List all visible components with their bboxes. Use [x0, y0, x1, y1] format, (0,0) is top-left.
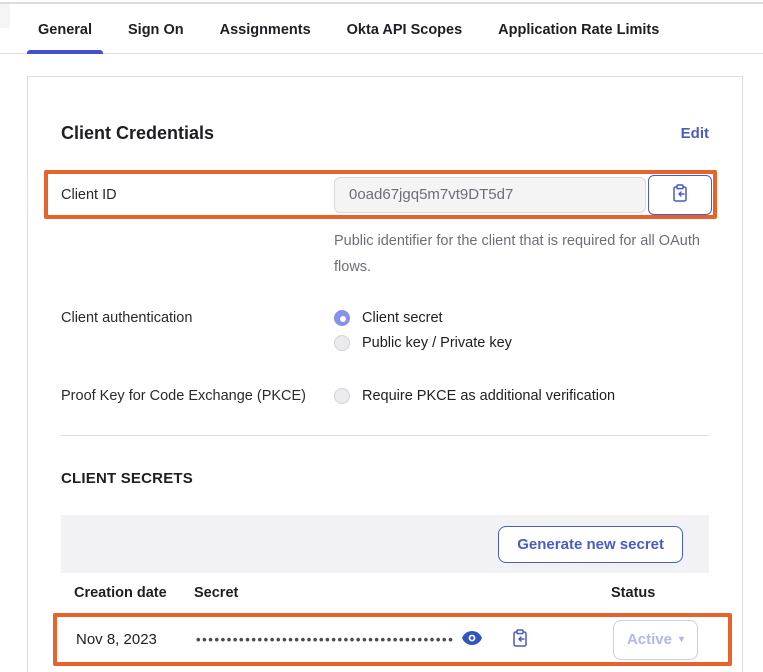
generate-new-secret-button[interactable]: Generate new secret	[498, 526, 683, 563]
radio-client-secret[interactable]: Client secret	[334, 310, 512, 326]
section-title: Client Credentials	[61, 123, 214, 144]
client-authentication-row: Client authentication Client secret Publ…	[61, 310, 709, 351]
radio-public-private-key-label: Public key / Private key	[362, 335, 512, 351]
reveal-secret-button[interactable]	[460, 629, 484, 650]
client-id-help-text: Public identifier for the client that is…	[334, 228, 706, 280]
masked-secret-value: ••••••••••••••••••••••••••••••••••••••••…	[196, 633, 454, 646]
client-id-value-field: 0oad67jgq5m7vt9DT5d7	[334, 177, 646, 213]
pkce-row: Proof Key for Code Exchange (PKCE) Requi…	[61, 388, 709, 404]
checkbox-unchecked-icon	[334, 388, 350, 404]
highlight-box-secret-row: Nov 8, 2023 ••••••••••••••••••••••••••••…	[53, 613, 732, 666]
eye-icon	[462, 631, 482, 648]
client-authentication-label: Client authentication	[61, 310, 334, 351]
copy-client-id-button[interactable]	[648, 175, 712, 215]
require-pkce-label: Require PKCE as additional verification	[362, 388, 615, 404]
edit-link[interactable]: Edit	[681, 125, 709, 142]
section-divider	[61, 435, 709, 436]
tab-bar: General Sign On Assignments Okta API Sco…	[0, 12, 763, 54]
client-credentials-header: Client Credentials Edit	[61, 123, 709, 144]
clipboard-copy-icon	[512, 629, 528, 651]
column-header-secret: Secret	[194, 585, 611, 601]
radio-public-private-key[interactable]: Public key / Private key	[334, 335, 512, 351]
copy-secret-button[interactable]	[510, 627, 530, 653]
pkce-label: Proof Key for Code Exchange (PKCE)	[61, 388, 334, 404]
tab-okta-api-scopes[interactable]: Okta API Scopes	[347, 12, 463, 53]
checkbox-require-pkce[interactable]: Require PKCE as additional verification	[334, 388, 615, 404]
caret-down-icon: ▾	[679, 634, 684, 645]
tab-assignments[interactable]: Assignments	[220, 12, 311, 53]
client-secrets-table: Generate new secret Creation date Secret…	[61, 515, 709, 666]
general-settings-card: Client Credentials Edit Client ID 0oad67…	[27, 76, 743, 672]
tab-sign-on[interactable]: Sign On	[128, 12, 184, 53]
tab-application-rate-limits[interactable]: Application Rate Limits	[498, 12, 659, 53]
secret-cell: ••••••••••••••••••••••••••••••••••••••••…	[196, 627, 613, 653]
clipboard-copy-icon	[672, 184, 688, 206]
highlight-box-client-id: Client ID 0oad67jgq5m7vt9DT5d7	[44, 170, 717, 219]
client-authentication-options: Client secret Public key / Private key	[334, 310, 512, 351]
tab-general[interactable]: General	[38, 12, 92, 53]
table-toolbar: Generate new secret	[61, 515, 709, 573]
top-divider	[0, 2, 763, 4]
table-row: Nov 8, 2023 ••••••••••••••••••••••••••••…	[57, 617, 728, 662]
table-header-row: Creation date Secret Status	[61, 573, 709, 613]
column-header-creation-date: Creation date	[74, 585, 194, 601]
secret-creation-date: Nov 8, 2023	[76, 631, 196, 648]
client-id-label: Client ID	[61, 187, 334, 203]
radio-client-secret-label: Client secret	[362, 310, 443, 326]
column-header-status: Status	[611, 585, 709, 601]
client-id-row: Client ID 0oad67jgq5m7vt9DT5d7	[48, 174, 713, 215]
client-id-field-group: 0oad67jgq5m7vt9DT5d7	[334, 175, 712, 215]
radio-unselected-icon	[334, 335, 350, 351]
radio-selected-icon	[334, 310, 350, 326]
status-dropdown-button[interactable]: Active ▾	[613, 620, 698, 660]
client-secrets-title: CLIENT SECRETS	[61, 470, 709, 487]
corner-artifact	[0, 4, 10, 28]
status-label: Active	[627, 631, 672, 648]
